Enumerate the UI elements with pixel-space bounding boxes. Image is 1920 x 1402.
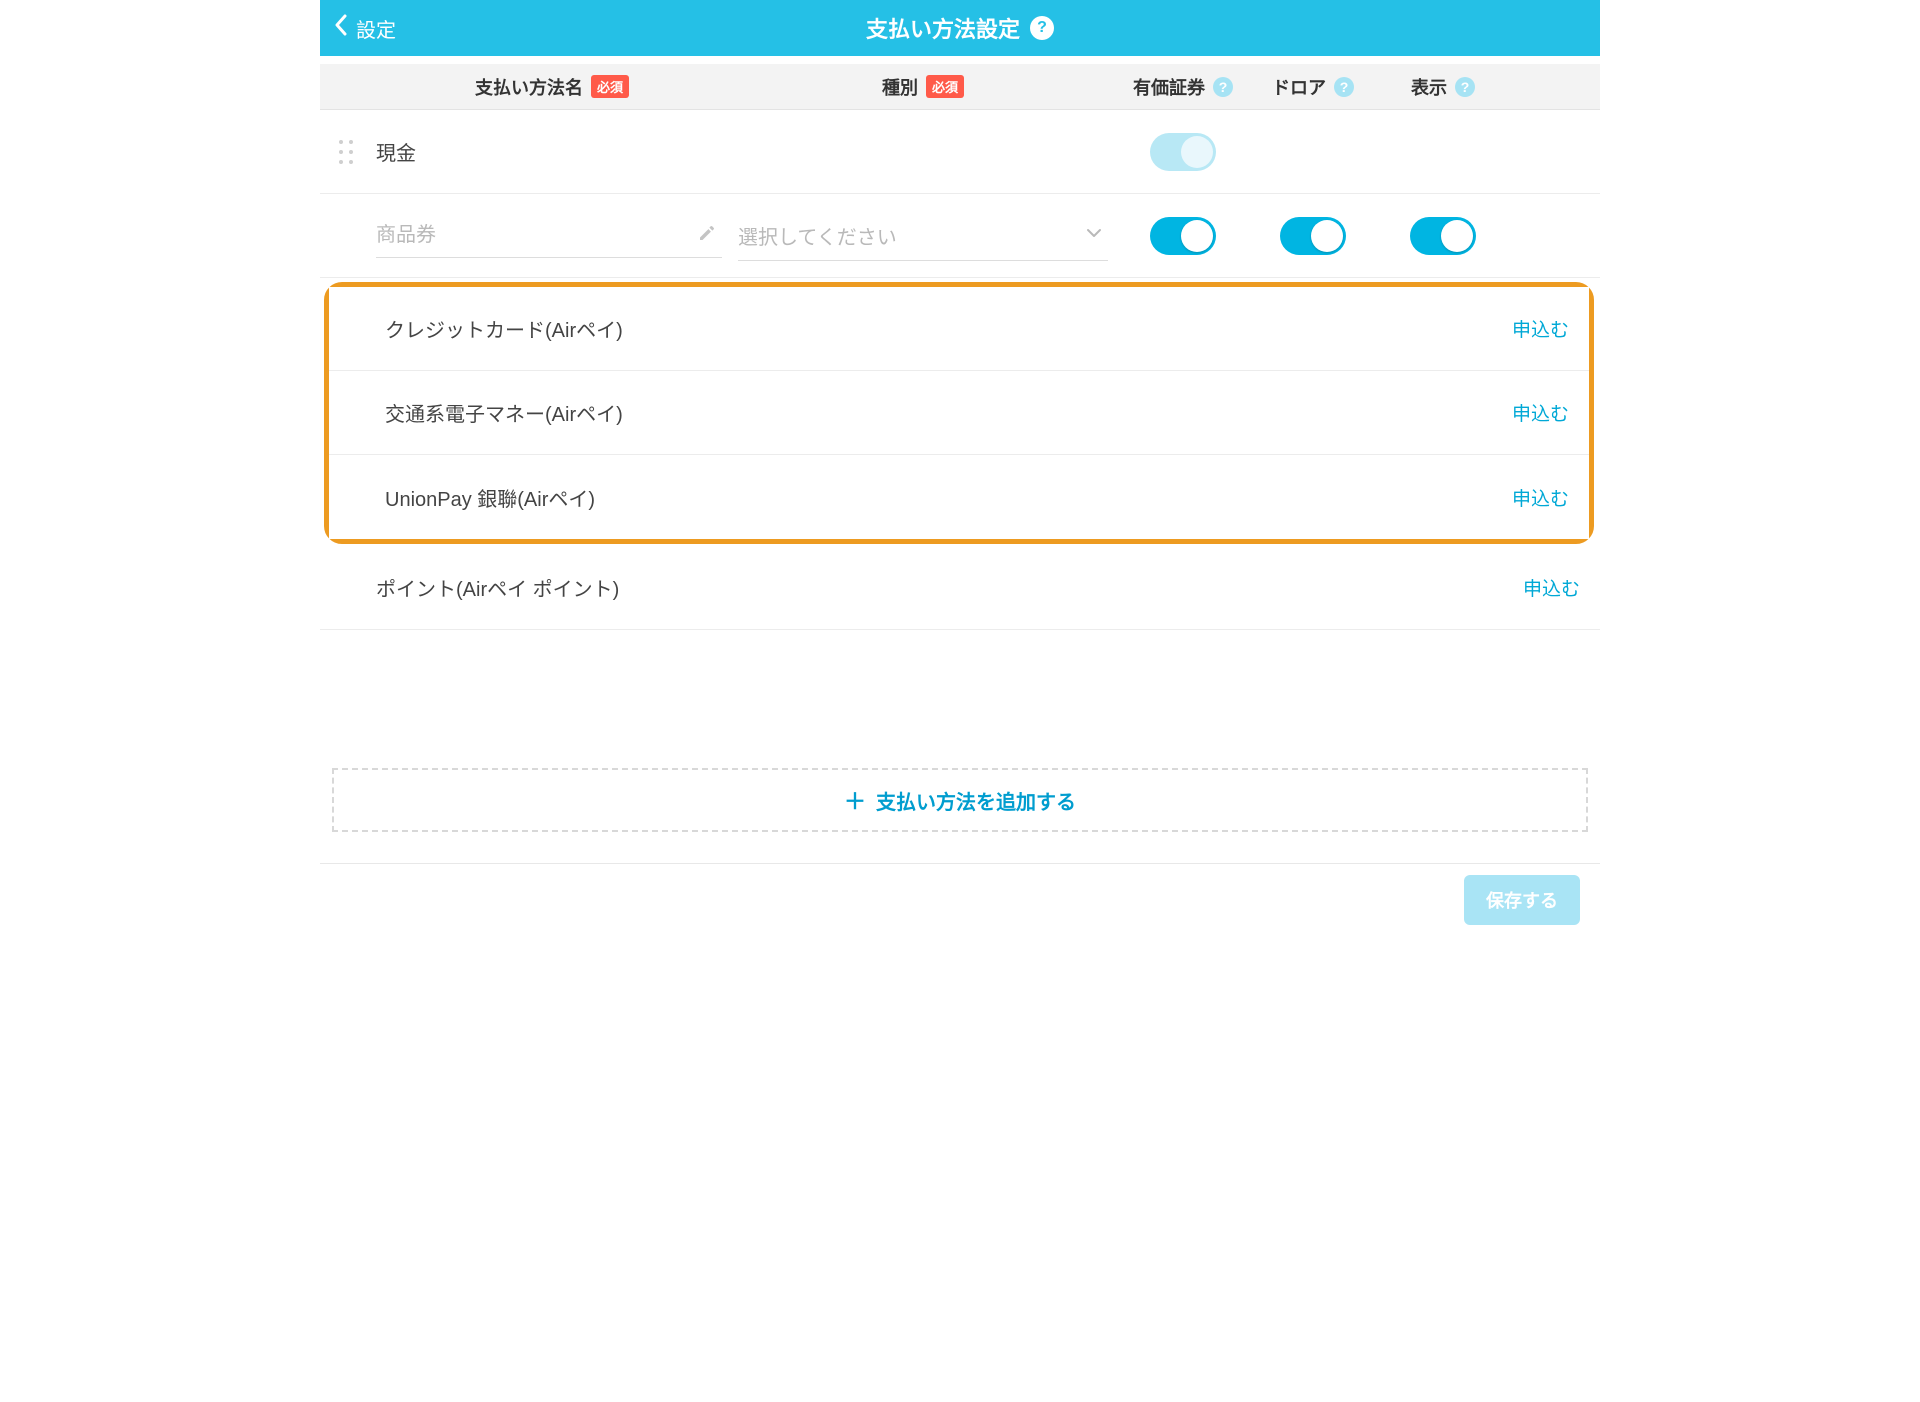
back-button[interactable]: 設定 [334,0,396,56]
required-badge: 必須 [926,75,964,98]
col-display-label: 表示 [1411,74,1447,100]
help-icon[interactable]: ? [1213,77,1233,97]
drawer-toggle[interactable] [1280,217,1346,255]
apply-link[interactable]: 申込む [623,315,1569,342]
apply-link[interactable]: 申込む [619,574,1580,601]
help-icon[interactable]: ? [1030,16,1054,40]
payment-name: ポイント(Airペイ ポイント) [376,573,619,602]
col-type-label: 種別 [882,74,918,100]
top-nav: 設定 支払い方法設定 ? [320,0,1600,56]
col-securities-label: 有価証券 [1133,74,1205,100]
add-payment-method-label: 支払い方法を追加する [876,786,1076,815]
type-select[interactable]: 選択してください [738,211,1108,261]
payment-name: 現金 [376,137,728,166]
plus-icon: ＋ [844,784,866,816]
row-apply: クレジットカード(Airペイ) 申込む [329,287,1589,371]
row-apply: UnionPay 銀聯(Airペイ) 申込む [329,455,1589,539]
row-apply: ポイント(Airペイ ポイント) 申込む [320,546,1600,630]
drag-handle-icon[interactable] [338,139,376,165]
securities-toggle [1150,133,1216,171]
chevron-down-icon [1086,225,1102,243]
back-label: 設定 [356,14,396,43]
help-icon[interactable]: ? [1334,77,1354,97]
securities-toggle[interactable] [1150,217,1216,255]
help-icon[interactable]: ? [1455,77,1475,97]
highlight-group: クレジットカード(Airペイ) 申込む 交通系電子マネー(Airペイ) 申込む … [324,282,1594,544]
required-badge: 必須 [591,75,629,98]
row-cash: 現金 [320,110,1600,194]
payment-method-list: 現金 選択してください [320,110,1600,630]
row-apply: 交通系電子マネー(Airペイ) 申込む [329,371,1589,455]
page-title-text: 支払い方法設定 [866,12,1020,44]
pencil-icon [698,224,716,248]
payment-name: 交通系電子マネー(Airペイ) [385,398,623,427]
row-editable: 選択してください [320,194,1600,278]
page-title: 支払い方法設定 ? [866,12,1054,44]
apply-link[interactable]: 申込む [595,484,1569,511]
column-headers: 支払い方法名 必須 種別 必須 有価証券 ? ドロア ? 表示 ? [320,64,1600,110]
add-payment-method-button[interactable]: ＋ 支払い方法を追加する [332,768,1588,832]
col-drawer-label: ドロア [1272,74,1326,100]
display-toggle[interactable] [1410,217,1476,255]
payment-name-input[interactable] [376,214,722,258]
col-name-label: 支払い方法名 [475,74,583,100]
chevron-left-icon [334,14,348,42]
save-button[interactable]: 保存する [1464,875,1580,925]
apply-link[interactable]: 申込む [623,399,1569,426]
type-select-placeholder: 選択してください [738,211,1108,261]
payment-name: クレジットカード(Airペイ) [385,314,623,343]
footer: 保存する [320,863,1600,935]
payment-name: UnionPay 銀聯(Airペイ) [385,483,595,512]
